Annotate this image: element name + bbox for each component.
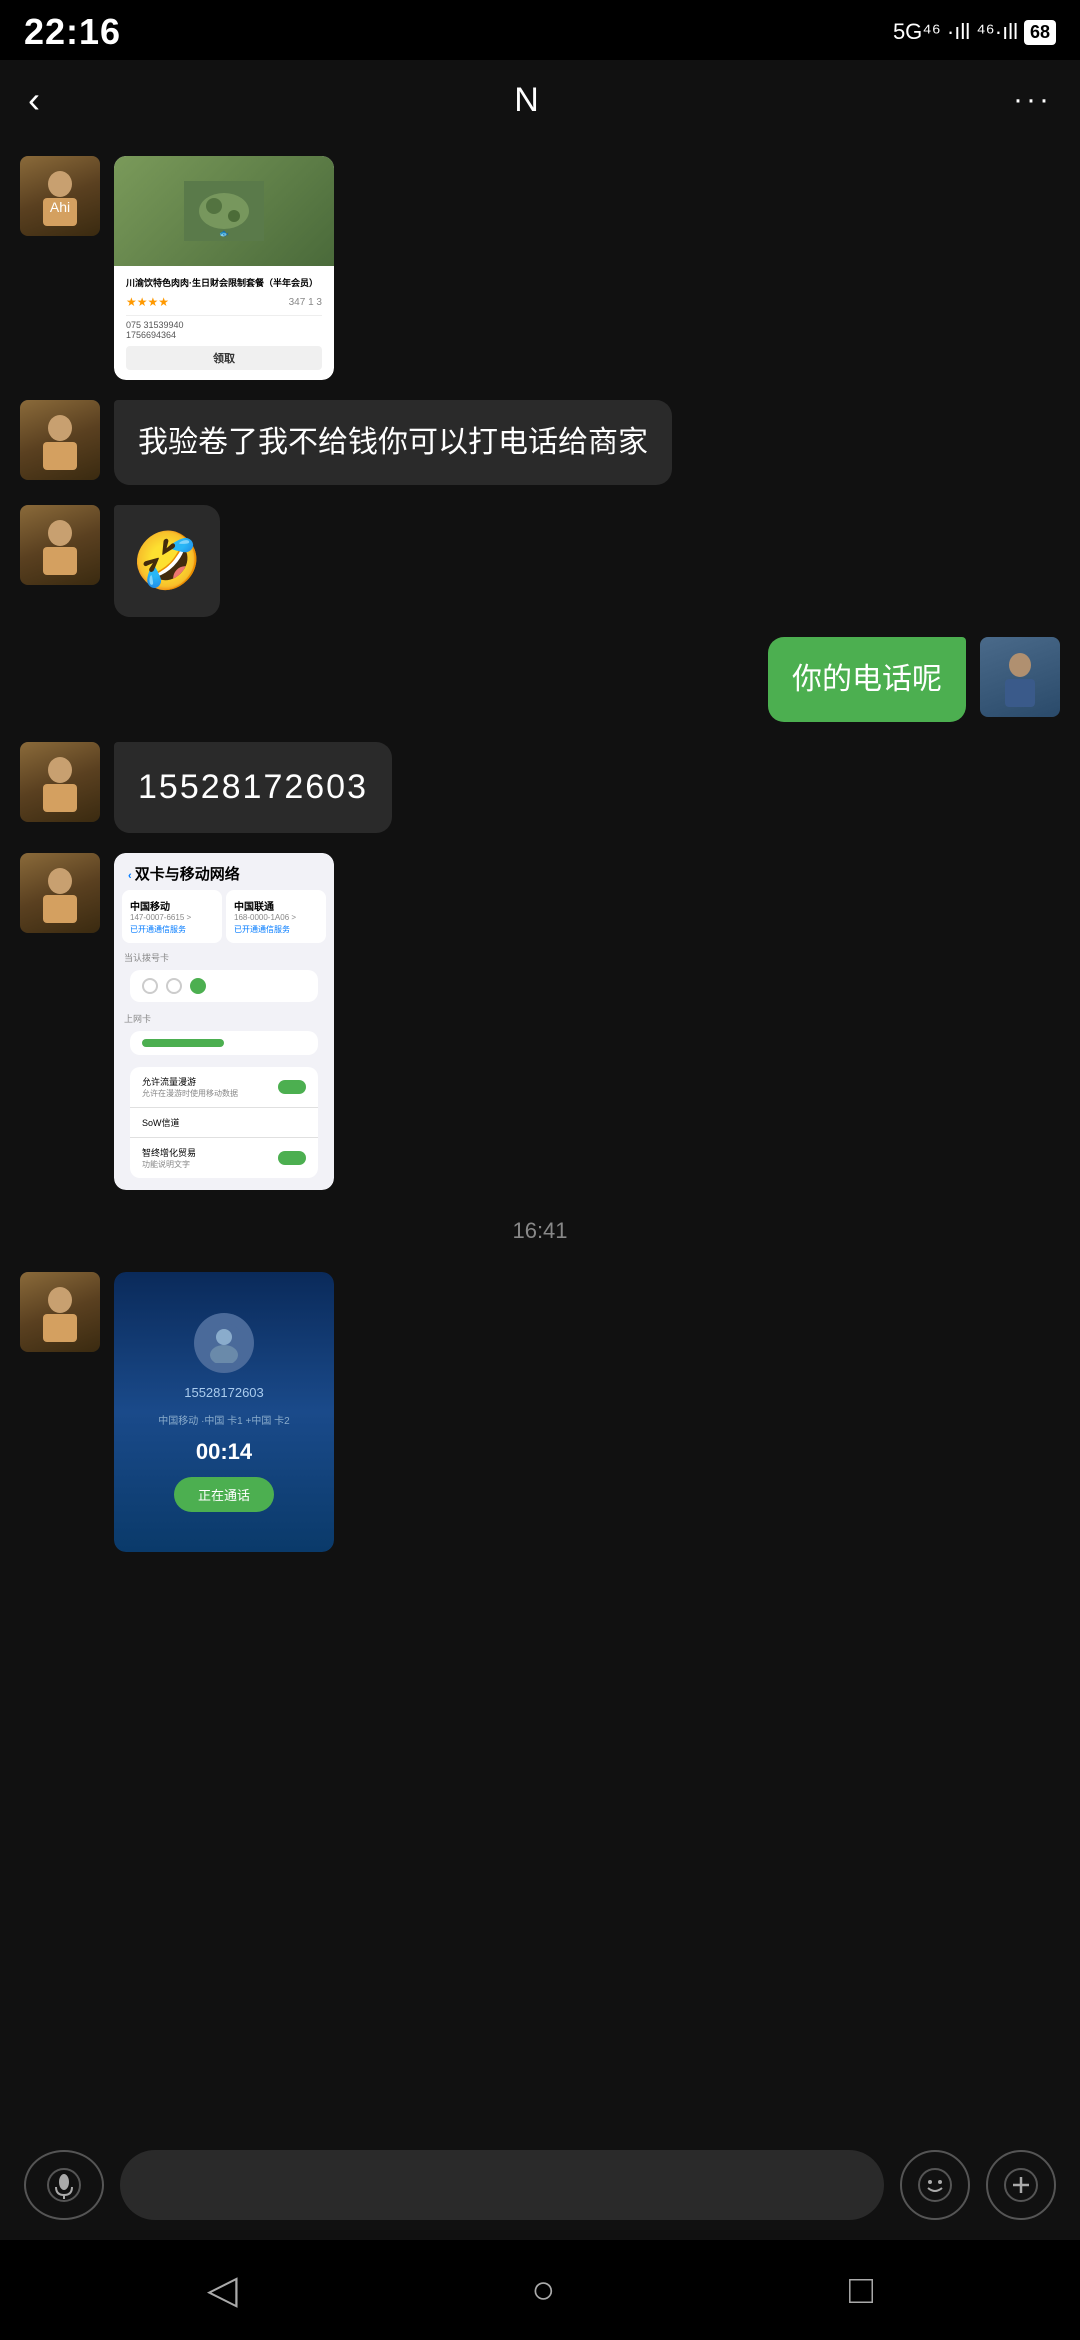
add-button[interactable] bbox=[986, 2150, 1056, 2220]
call-duration: 00:14 bbox=[196, 1439, 252, 1465]
food-title: 川渝饮特色肉肉·生日财会限制套餐（半年会员） bbox=[126, 276, 322, 289]
sender-avatar: Ahi bbox=[20, 156, 100, 236]
message-row: ‹ 双卡与移动网络 中国移动 147-0007-6615 > 已开通通信服务 中… bbox=[20, 853, 1060, 1190]
call-status-button[interactable]: 正在通话 bbox=[174, 1477, 274, 1512]
food-claim-button[interactable]: 领取 bbox=[126, 346, 322, 370]
avatar: Ahi bbox=[20, 156, 100, 236]
avatar bbox=[20, 1272, 100, 1352]
settings-image-bubble[interactable]: ‹ 双卡与移动网络 中国移动 147-0007-6615 > 已开通通信服务 中… bbox=[114, 853, 334, 1190]
toggle-switch-2[interactable] bbox=[278, 1151, 306, 1165]
sender-avatar bbox=[20, 1272, 100, 1352]
svg-text:🐟: 🐟 bbox=[219, 229, 229, 238]
home-nav-button[interactable]: ○ bbox=[531, 2268, 555, 2313]
signal-icons: 5G⁴⁶ ·ıll ⁴⁶·ıll bbox=[893, 19, 1018, 45]
time-label: 16:41 bbox=[512, 1218, 567, 1243]
status-time: 22:16 bbox=[24, 11, 121, 53]
emoji-bubble: 🤣 bbox=[114, 505, 220, 617]
call-contact-avatar bbox=[194, 1313, 254, 1373]
emoji-text: 🤣 bbox=[132, 529, 202, 592]
nav-title: N bbox=[514, 81, 539, 120]
toggle-section: 允许流量漫游 允许在漫游时使用移动数据 SoW信道 智终增化贸易 功能说明文字 bbox=[130, 1067, 318, 1178]
avatar bbox=[20, 505, 100, 585]
message-row: 15528172603 中国移动 ·中国 卡1 +中国 卡2 00:14 正在通… bbox=[20, 1272, 1060, 1552]
my-avatar bbox=[980, 637, 1060, 717]
message-row: 你的电话呢 bbox=[20, 637, 1060, 722]
sender-avatar bbox=[20, 742, 100, 822]
status-bar: 22:16 5G⁴⁶ ·ıll ⁴⁶·ıll 68 bbox=[0, 0, 1080, 60]
recents-nav-button[interactable]: □ bbox=[849, 2268, 873, 2313]
toggle-row-2: SoW信道 bbox=[130, 1108, 318, 1138]
more-options-button[interactable]: ··· bbox=[1013, 83, 1052, 117]
toggle-switch[interactable] bbox=[278, 1080, 306, 1094]
settings-row bbox=[130, 1031, 318, 1055]
sender-avatar bbox=[20, 505, 100, 585]
call-phone-number: 15528172603 bbox=[184, 1385, 264, 1400]
call-screenshot: 15528172603 中国移动 ·中国 卡1 +中国 卡2 00:14 正在通… bbox=[114, 1272, 334, 1552]
food-image: 🐟 bbox=[114, 156, 334, 266]
status-icons: 5G⁴⁶ ·ıll ⁴⁶·ıll 68 bbox=[893, 19, 1056, 45]
battery-indicator: 68 bbox=[1024, 20, 1056, 45]
dial-card-section bbox=[130, 970, 318, 1002]
message-text: 我验卷了我不给钱你可以打电话给商家 bbox=[138, 426, 648, 459]
avatar bbox=[20, 742, 100, 822]
message-text: 你的电话呢 bbox=[792, 663, 942, 696]
sender-avatar bbox=[20, 400, 100, 480]
phone-number-text: 15528172603 bbox=[138, 768, 368, 806]
top-nav: ‹ N ··· bbox=[0, 60, 1080, 140]
food-stars: ★★★★ bbox=[126, 295, 169, 309]
bottom-bar bbox=[0, 2130, 1080, 2240]
toggle-row-3: 智终增化贸易 功能说明文字 bbox=[130, 1138, 318, 1178]
message-row: 🤣 bbox=[20, 505, 1060, 617]
message-bubble-text: 你的电话呢 bbox=[768, 637, 966, 722]
sender-avatar bbox=[20, 853, 100, 933]
back-button[interactable]: ‹ bbox=[28, 79, 40, 121]
food-image-bubble[interactable]: 🐟 川渝饮特色肉肉·生日财会限制套餐（半年会员） ★★★★ 347 1 3 07… bbox=[114, 156, 334, 380]
emoji-button[interactable] bbox=[900, 2150, 970, 2220]
svg-text:Ahi: Ahi bbox=[50, 199, 70, 215]
food-body: 川渝饮特色肉肉·生日财会限制套餐（半年会员） ★★★★ 347 1 3 075 … bbox=[114, 266, 334, 380]
food-screenshot: 🐟 川渝饮特色肉肉·生日财会限制套餐（半年会员） ★★★★ 347 1 3 07… bbox=[114, 156, 334, 380]
message-row: Ahi 🐟 川渝饮特色肉肉·生日财会限制套餐（半年会员） bbox=[20, 156, 1060, 380]
call-image-bubble[interactable]: 15528172603 中国移动 ·中国 卡1 +中国 卡2 00:14 正在通… bbox=[114, 1272, 334, 1552]
nav-bar: ◁ ○ □ bbox=[0, 2240, 1080, 2340]
message-row: 我验卷了我不给钱你可以打电话给商家 bbox=[20, 400, 1060, 485]
message-bubble-text: 我验卷了我不给钱你可以打电话给商家 bbox=[114, 400, 672, 485]
voice-button[interactable] bbox=[24, 2150, 104, 2220]
time-separator: 16:41 bbox=[20, 1210, 1060, 1252]
chat-area: Ahi 🐟 川渝饮特色肉肉·生日财会限制套餐（半年会员） bbox=[0, 140, 1080, 2130]
settings-screenshot: ‹ 双卡与移动网络 中国移动 147-0007-6615 > 已开通通信服务 中… bbox=[114, 853, 334, 1190]
message-row: 15528172603 bbox=[20, 742, 1060, 833]
back-nav-button[interactable]: ◁ bbox=[207, 2267, 238, 2313]
call-sub-info: 中国移动 ·中国 卡1 +中国 卡2 bbox=[158, 1412, 289, 1427]
message-bubble-phone: 15528172603 bbox=[114, 742, 392, 833]
settings-row bbox=[130, 970, 318, 1002]
toggle-row: 允许流量漫游 允许在漫游时使用移动数据 bbox=[130, 1067, 318, 1108]
avatar bbox=[20, 400, 100, 480]
message-input[interactable] bbox=[120, 2150, 884, 2220]
network-card-section bbox=[130, 1031, 318, 1055]
avatar bbox=[20, 853, 100, 933]
settings-title: ‹ 双卡与移动网络 bbox=[114, 853, 334, 890]
